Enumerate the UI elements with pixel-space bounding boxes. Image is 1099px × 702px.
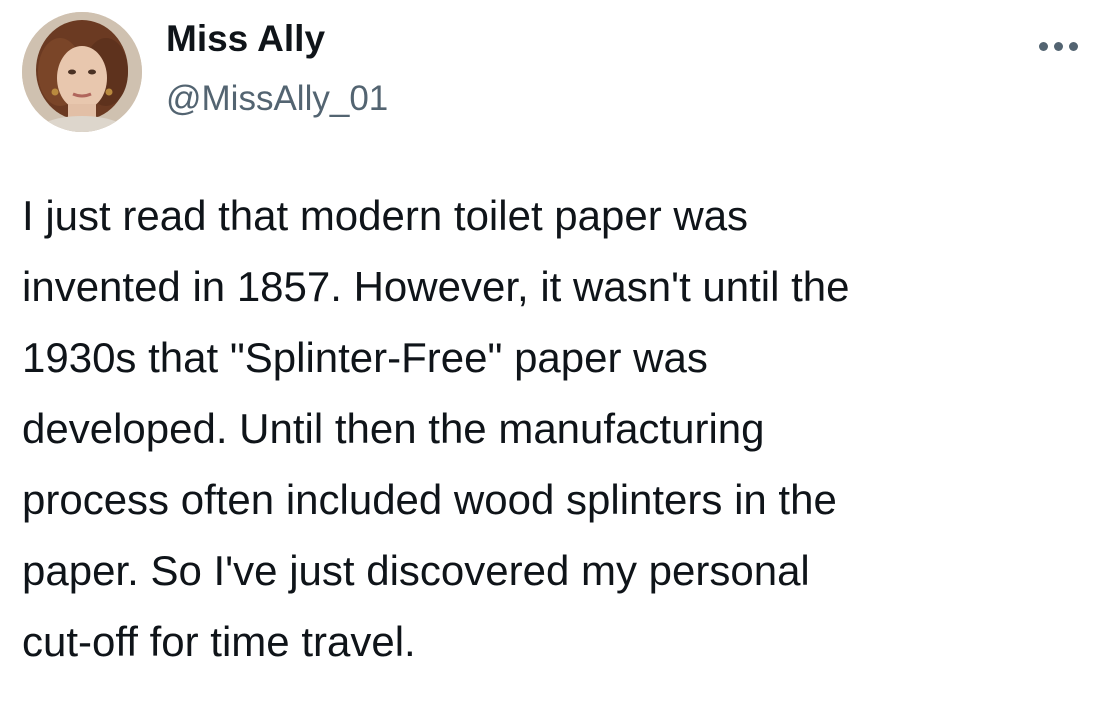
user-handle[interactable]: @MissAlly_01 <box>166 76 388 122</box>
tweet-text-line: paper. So I've just discovered my person… <box>22 547 810 594</box>
tweet-text-line: cut-off for time travel. <box>22 618 416 665</box>
profile-photo-icon <box>22 12 142 132</box>
tweet-text-line: invented in 1857. However, it wasn't unt… <box>22 263 850 310</box>
tweet-text: I just read that modern toilet paper was… <box>22 180 1082 677</box>
tweet-text-line: 1930s that "Splinter-Free" paper was <box>22 334 708 381</box>
display-name[interactable]: Miss Ally <box>166 14 325 64</box>
tweet-card: Miss Ally @MissAlly_01 I just read that … <box>0 0 1099 702</box>
tweet-text-line: I just read that modern toilet paper was <box>22 192 749 239</box>
avatar[interactable] <box>22 12 142 132</box>
tweet-text-line: developed. Until then the manufacturing <box>22 405 765 452</box>
more-options-button[interactable] <box>1030 26 1086 66</box>
ellipsis-icon <box>1036 41 1081 51</box>
tweet-text-line: process often included wood splinters in… <box>22 476 837 523</box>
